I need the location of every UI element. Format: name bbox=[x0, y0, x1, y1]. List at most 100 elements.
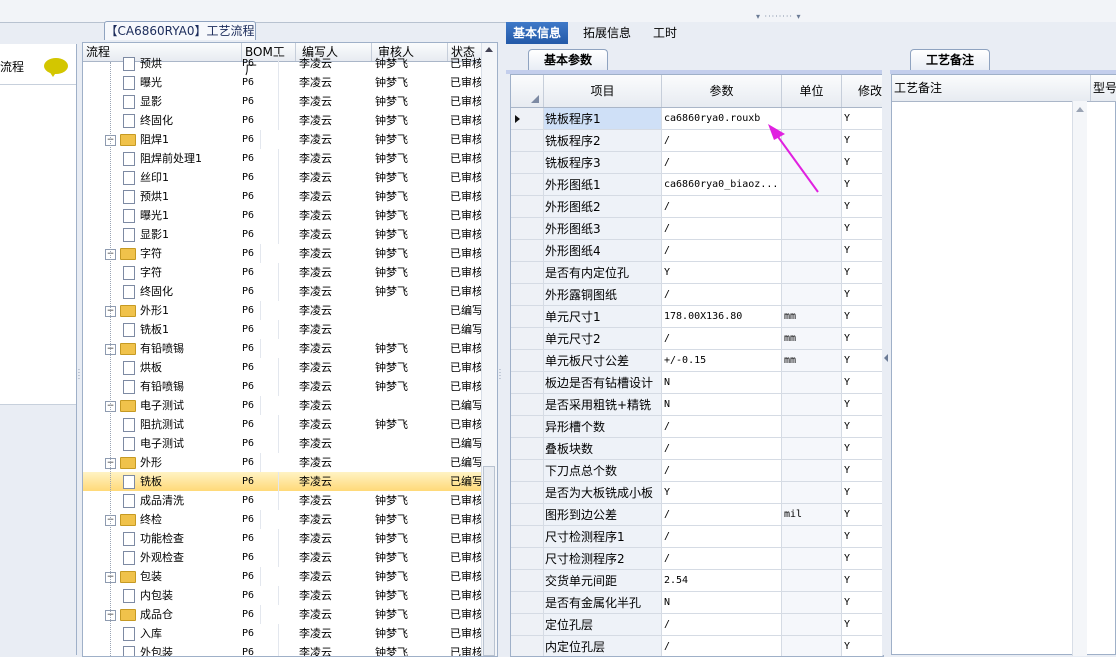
row-selector[interactable] bbox=[511, 108, 544, 129]
tree-row[interactable]: 入库 P6 李凌云 钟梦飞 已审核 bbox=[83, 624, 481, 643]
param-unit[interactable] bbox=[782, 372, 842, 393]
param-modify[interactable]: Y bbox=[842, 306, 883, 327]
param-unit[interactable]: mm bbox=[782, 328, 842, 349]
param-value[interactable]: / bbox=[662, 438, 782, 459]
param-modify[interactable]: Y bbox=[842, 614, 883, 635]
tree-row[interactable]: 阻焊前处理1 P6 李凌云 钟梦飞 已审核 bbox=[83, 149, 481, 168]
params-col-modify[interactable]: 修改 bbox=[842, 75, 883, 107]
param-value[interactable]: / bbox=[662, 636, 782, 656]
tab-work-hours[interactable]: 工时 bbox=[646, 22, 684, 44]
param-unit[interactable] bbox=[782, 548, 842, 569]
row-selector[interactable] bbox=[511, 614, 544, 635]
param-value[interactable]: / bbox=[662, 416, 782, 437]
param-unit[interactable] bbox=[782, 438, 842, 459]
row-selector[interactable] bbox=[511, 284, 544, 305]
param-row[interactable]: 定位孔层 / Y bbox=[511, 614, 883, 636]
tree-row[interactable]: 功能检查 P6 李凌云 钟梦飞 已审核 bbox=[83, 529, 481, 548]
tree-folder-row[interactable]: − 有铅喷锡 P6 李凌云 钟梦飞 已审核 bbox=[83, 339, 481, 358]
param-modify[interactable]: Y bbox=[842, 504, 883, 525]
param-unit[interactable] bbox=[782, 108, 842, 129]
param-modify[interactable]: Y bbox=[842, 130, 883, 151]
tree-row[interactable]: 预烘 P6 李凌云 钟梦飞 已审核 bbox=[83, 54, 481, 73]
param-row[interactable]: 板边是否有钻槽设计 N Y bbox=[511, 372, 883, 394]
param-value[interactable]: 2.54 bbox=[662, 570, 782, 591]
param-row[interactable]: 单元板尺寸公差 +/-0.15 mm Y bbox=[511, 350, 883, 372]
row-selector[interactable] bbox=[511, 548, 544, 569]
tree-row[interactable]: 曝光1 P6 李凌云 钟梦飞 已审核 bbox=[83, 206, 481, 225]
param-row[interactable]: 外形图纸4/ Y bbox=[511, 240, 883, 262]
param-modify[interactable]: Y bbox=[842, 152, 883, 173]
row-selector[interactable] bbox=[511, 416, 544, 437]
param-modify[interactable]: Y bbox=[842, 108, 883, 129]
row-selector[interactable] bbox=[511, 152, 544, 173]
row-selector[interactable] bbox=[511, 240, 544, 261]
row-selector[interactable] bbox=[511, 218, 544, 239]
param-row[interactable]: 铣板程序3/ Y bbox=[511, 152, 883, 174]
notes-col-remark[interactable]: 工艺备注 bbox=[892, 75, 1074, 101]
row-selector[interactable] bbox=[511, 174, 544, 195]
param-value[interactable]: Y bbox=[662, 482, 782, 503]
param-modify[interactable]: Y bbox=[842, 592, 883, 613]
tree-folder-row[interactable]: − 成品仓 P6 李凌云 钟梦飞 已审核 bbox=[83, 605, 481, 624]
param-value[interactable]: / bbox=[662, 152, 782, 173]
param-value[interactable]: N bbox=[662, 372, 782, 393]
notes-col-model[interactable]: 型号 bbox=[1090, 75, 1116, 101]
tree-folder-row[interactable]: − 电子测试 P6 李凌云 已编写 bbox=[83, 396, 481, 415]
tree-row[interactable]: 铣板1 P6 李凌云 已编写 bbox=[83, 320, 481, 339]
scroll-thumb[interactable] bbox=[483, 466, 495, 656]
row-selector[interactable] bbox=[511, 130, 544, 151]
tree-title-tab[interactable]: 【CA6860RYA0】工艺流程 bbox=[104, 21, 256, 40]
param-value[interactable]: / bbox=[662, 240, 782, 261]
tree-folder-row[interactable]: − 外形1 P6 李凌云 已编写 bbox=[83, 301, 481, 320]
row-selector[interactable] bbox=[511, 636, 544, 656]
param-unit[interactable] bbox=[782, 570, 842, 591]
param-row[interactable]: 外形露铜图纸 / Y bbox=[511, 284, 883, 306]
tab-basic-info[interactable]: 基本信息 bbox=[506, 22, 569, 44]
middle-splitter[interactable]: · · · · bbox=[498, 44, 502, 655]
row-selector[interactable] bbox=[511, 460, 544, 481]
param-row[interactable]: 单元尺寸1 178.00X136.80 mm Y bbox=[511, 306, 883, 328]
tree-row[interactable]: 阻抗测试 P6 李凌云 钟梦飞 已审核 bbox=[83, 415, 481, 434]
row-selector[interactable] bbox=[511, 372, 544, 393]
tree-row[interactable]: 铣板 P6 李凌云 已编写 bbox=[83, 472, 481, 491]
param-value[interactable]: / bbox=[662, 548, 782, 569]
tree-folder-row[interactable]: − 包装 P6 李凌云 钟梦飞 已审核 bbox=[83, 567, 481, 586]
row-selector[interactable] bbox=[511, 350, 544, 371]
subtab-basic-params[interactable]: 基本参数 bbox=[528, 49, 608, 70]
param-row[interactable]: 是否采用粗铣+精铣 N Y bbox=[511, 394, 883, 416]
tree-folder-row[interactable]: − 字符 P6 李凌云 钟梦飞 已审核 bbox=[83, 244, 481, 263]
param-value[interactable]: / bbox=[662, 284, 782, 305]
param-unit[interactable] bbox=[782, 196, 842, 217]
param-row[interactable]: 叠板块数 / Y bbox=[511, 438, 883, 460]
param-value[interactable]: ca6860rya0.rouxb bbox=[662, 108, 782, 129]
param-value[interactable]: N bbox=[662, 394, 782, 415]
param-row[interactable]: 尺寸检测程序1/ Y bbox=[511, 526, 883, 548]
param-unit[interactable] bbox=[782, 152, 842, 173]
row-selector[interactable] bbox=[511, 196, 544, 217]
param-value[interactable]: / bbox=[662, 504, 782, 525]
row-selector[interactable] bbox=[511, 504, 544, 525]
param-row[interactable]: 下刀点总个数 / Y bbox=[511, 460, 883, 482]
param-value[interactable]: / bbox=[662, 526, 782, 547]
scroll-up-icon[interactable] bbox=[1076, 107, 1084, 112]
param-value[interactable]: 178.00X136.80 bbox=[662, 306, 782, 327]
param-row[interactable]: 交货单元间距 2.54 Y bbox=[511, 570, 883, 592]
tree-row[interactable]: 外观检查 P6 李凌云 钟梦飞 已审核 bbox=[83, 548, 481, 567]
params-col-value[interactable]: 参数 bbox=[662, 75, 782, 107]
param-modify[interactable]: Y bbox=[842, 240, 883, 261]
param-modify[interactable]: Y bbox=[842, 416, 883, 437]
param-value[interactable]: / bbox=[662, 328, 782, 349]
param-value[interactable]: / bbox=[662, 460, 782, 481]
params-col-unit[interactable]: 单位 bbox=[782, 75, 842, 107]
row-selector[interactable] bbox=[511, 482, 544, 503]
row-selector[interactable] bbox=[511, 394, 544, 415]
param-row[interactable]: 是否有内定位孔 Y Y bbox=[511, 262, 883, 284]
param-modify[interactable]: Y bbox=[842, 372, 883, 393]
tree-row[interactable]: 字符 P6 李凌云 钟梦飞 已审核 bbox=[83, 263, 481, 282]
param-modify[interactable]: Y bbox=[842, 526, 883, 547]
param-value[interactable]: Y bbox=[662, 262, 782, 283]
param-row[interactable]: 尺寸检测程序2/ Y bbox=[511, 548, 883, 570]
param-row[interactable]: 铣板程序2/ Y bbox=[511, 130, 883, 152]
param-unit[interactable] bbox=[782, 526, 842, 547]
splitter-grip[interactable]: ▾ ········ ▾ bbox=[756, 13, 818, 21]
